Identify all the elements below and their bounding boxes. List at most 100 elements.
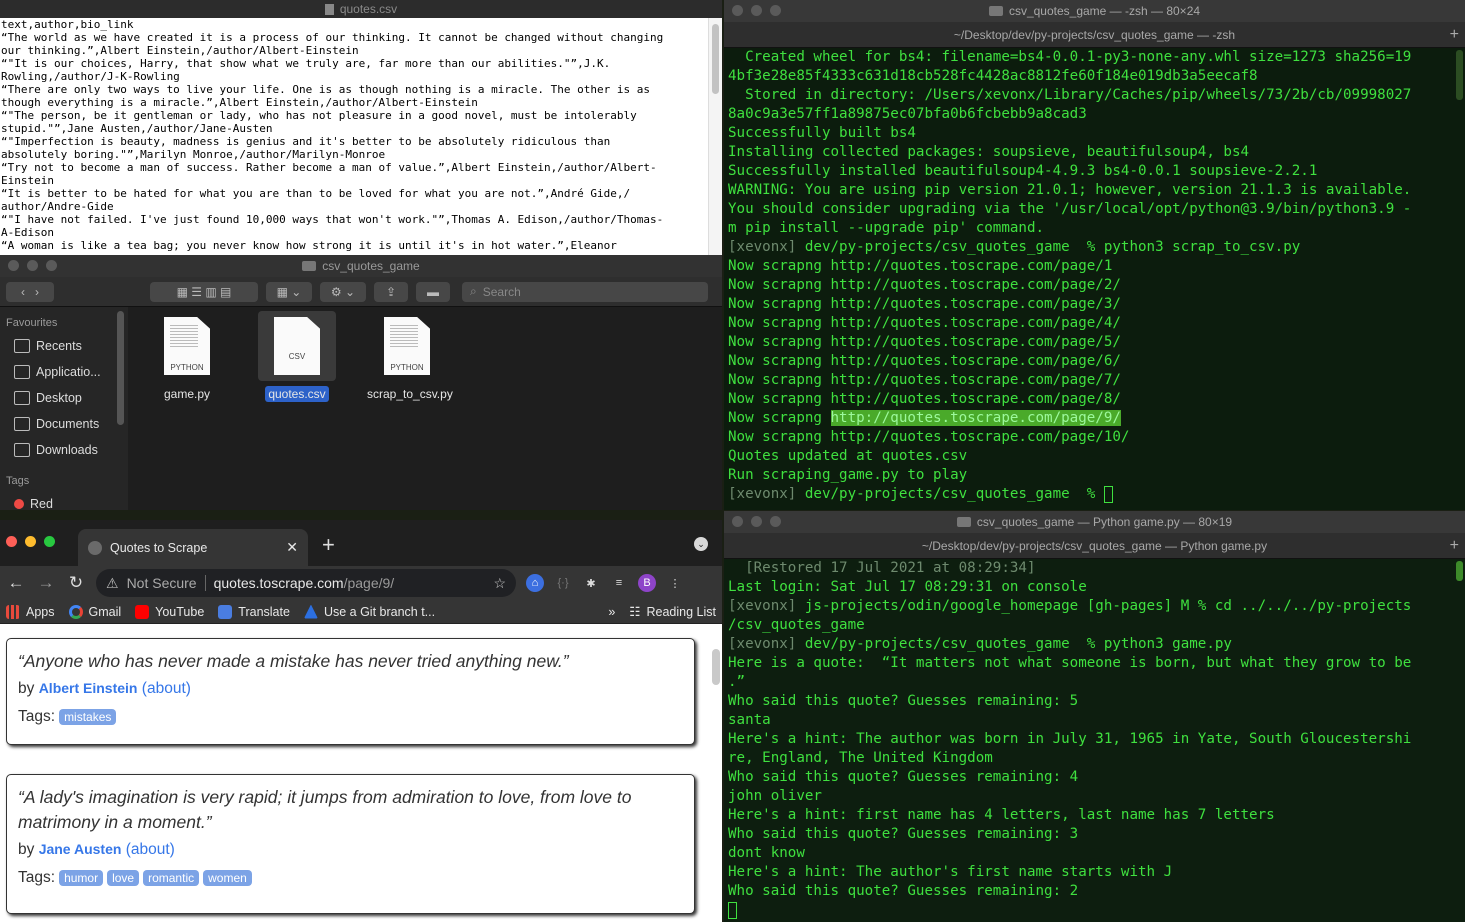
- globe-icon: [88, 540, 102, 555]
- about-link[interactable]: (about): [142, 680, 191, 697]
- tag-link[interactable]: romantic: [143, 870, 200, 886]
- file-name: scrap_to_csv.py: [367, 387, 453, 401]
- tag-red-label: Red: [30, 497, 53, 510]
- red-tag-dot-icon: [14, 499, 24, 509]
- new-tab-icon[interactable]: +: [1450, 537, 1459, 555]
- prompt-command: python3 scrap_to_csv.py: [1103, 239, 1301, 255]
- terminal1-scrollbar[interactable]: [1456, 50, 1463, 100]
- back-forward-buttons[interactable]: ‹ ›: [6, 281, 54, 302]
- finder-toolbar: ‹ › ▦ ☰ ▥ ▤ ▦ ⌄ ⚙ ⌄ ⇪ ▬ ⌕ Search: [0, 277, 722, 307]
- group-button[interactable]: ▦ ⌄: [266, 281, 312, 302]
- view-mode-segmented[interactable]: ▦ ☰ ▥ ▤: [150, 281, 258, 302]
- bookmark-label: YouTube: [155, 604, 205, 619]
- bookmark-youtube[interactable]: YouTube: [135, 604, 205, 619]
- page-scrollbar[interactable]: [712, 649, 720, 685]
- terminal-cursor[interactable]: [728, 901, 737, 919]
- media-queue-icon[interactable]: ≡: [610, 574, 628, 592]
- csv-titlebar: quotes.csv: [0, 0, 722, 18]
- sidebar-item-label: Applicatio...: [36, 365, 101, 379]
- url-path: /page/9/: [343, 575, 395, 591]
- prompt-path: js-projects/odin/google_homepage [gh-pag…: [796, 598, 1412, 614]
- csv-line: “Try not to become a man of success. Rat…: [1, 161, 657, 174]
- address-bar[interactable]: ⚠ Not Secure quotes.toscrape.com/page/9/…: [96, 569, 516, 597]
- new-tab-icon[interactable]: +: [1450, 26, 1459, 44]
- bookmark-label: Apps: [26, 604, 55, 619]
- bookmark-git-branch[interactable]: Use a Git branch t...: [303, 604, 435, 619]
- terminal2-tabbar: ~/Desktop/dev/py-projects/csv_quotes_gam…: [724, 533, 1465, 559]
- puzzle-extensions-icon[interactable]: ✱: [582, 574, 600, 592]
- tags-heading: Tags: [6, 475, 30, 487]
- new-tab-button[interactable]: +: [322, 532, 335, 558]
- csv-scrollbar[interactable]: [708, 18, 722, 255]
- window-controls[interactable]: [732, 516, 781, 527]
- bookmark-translate[interactable]: Translate: [218, 604, 290, 619]
- extension-icon[interactable]: {·}: [554, 574, 572, 592]
- tag-link[interactable]: women: [203, 870, 252, 886]
- terminal-line: m pip install --upgrade pip' command.: [728, 220, 1045, 236]
- reload-icon[interactable]: ↻: [66, 573, 86, 593]
- terminal-cursor[interactable]: [1103, 485, 1113, 503]
- folder-icon: [988, 6, 1003, 16]
- search-field[interactable]: ⌕ Search: [462, 281, 708, 302]
- sidebar-item-downloads[interactable]: Downloads: [0, 437, 128, 463]
- forward-icon[interactable]: →: [36, 573, 56, 593]
- csv-file-icon: CSV: [274, 317, 320, 375]
- back-icon[interactable]: ←: [6, 573, 26, 593]
- prompt-line: [xevonx] dev/py-projects/csv_quotes_game…: [728, 238, 1451, 257]
- file-scrap-to-csv-py[interactable]: PYTHON scrap_to_csv.py: [367, 317, 453, 401]
- terminal1-output[interactable]: Created wheel for bs4: filename=bs4-0.0.…: [728, 48, 1451, 504]
- terminal2-output[interactable]: [Restored 17 Jul 2021 at 08:29:34] Last l…: [728, 559, 1451, 920]
- tag-button[interactable]: ▬: [416, 281, 450, 302]
- terminal-window-game: csv_quotes_game — Python game.py — 80×19…: [724, 511, 1465, 922]
- csv-line: author/Andre-Gide: [1, 200, 114, 213]
- window-controls[interactable]: [732, 5, 781, 16]
- sidebar-item-applicatio[interactable]: Applicatio...: [0, 359, 128, 385]
- tag-link[interactable]: love: [107, 870, 140, 886]
- tag-link[interactable]: mistakes: [59, 709, 117, 725]
- tab-search-icon[interactable]: ⌄: [694, 537, 708, 551]
- scrape-url: http://quotes.toscrape.com/page/5/: [830, 334, 1121, 350]
- prompt-user: [xevonx]: [728, 636, 797, 652]
- window-controls[interactable]: [8, 260, 57, 271]
- bookmarks-overflow-icon[interactable]: »: [608, 605, 615, 619]
- sidebar-item-documents[interactable]: Documents: [0, 411, 128, 437]
- bookmark-apps[interactable]: Apps: [6, 604, 55, 619]
- quote-card: “Anyone who has never made a mistake has…: [6, 638, 695, 745]
- terminal2-title: csv_quotes_game — Python game.py — 80×19: [976, 515, 1233, 529]
- bookmark-star-icon[interactable]: ☆: [493, 575, 506, 592]
- terminal-line: re, England, The United Kingdom: [728, 750, 993, 766]
- sidebar-item-label: Documents: [36, 417, 100, 431]
- file-quotes-csv[interactable]: CSV quotes.csv: [258, 311, 336, 402]
- terminal2-scrollbar[interactable]: [1456, 561, 1463, 581]
- reading-list-button[interactable]: ☷ Reading List: [629, 604, 716, 620]
- atlassian-icon: [303, 604, 318, 619]
- scrape-prefix: Now scrapng: [728, 353, 831, 369]
- search-icon: ⌕: [470, 284, 477, 298]
- file-game-py[interactable]: PYTHON game.py: [147, 317, 227, 401]
- window-controls[interactable]: [6, 536, 55, 547]
- csv-window-title: quotes.csv: [339, 2, 398, 16]
- terminal-line: Installing collected packages: soupsieve…: [728, 144, 1250, 160]
- terminal-line: .”: [728, 674, 746, 690]
- sidebar-item-desktop[interactable]: Desktop: [0, 385, 128, 411]
- tab-quotes-to-scrape[interactable]: Quotes to Scrape ✕: [78, 529, 308, 566]
- sidebar-item-recents[interactable]: Recents: [0, 333, 128, 359]
- bookmark-gmail[interactable]: Gmail: [68, 604, 121, 619]
- sidebar-tag-red[interactable]: Red: [0, 491, 128, 510]
- action-gear-button[interactable]: ⚙ ⌄: [320, 281, 366, 302]
- terminal1-title: csv_quotes_game — -zsh — 80×24: [1008, 4, 1201, 18]
- close-tab-icon[interactable]: ✕: [286, 539, 298, 556]
- csv-line: Einstein: [1, 174, 54, 187]
- profile-avatar[interactable]: B: [638, 574, 656, 592]
- prompt-user: [xevonx]: [728, 598, 797, 614]
- restored-banner: [Restored 17 Jul 2021 at 08:29:34]: [728, 560, 1036, 576]
- sidebar-scrollbar[interactable]: [117, 311, 124, 425]
- csv-content[interactable]: text,author,bio_link “The world as we hav…: [0, 18, 708, 255]
- tag-link[interactable]: humor: [59, 870, 104, 886]
- about-link[interactable]: (about): [126, 841, 175, 858]
- extension-icon[interactable]: ⌂: [526, 574, 544, 592]
- terminal-line: john oliver: [728, 788, 822, 804]
- share-button[interactable]: ⇪: [374, 281, 408, 302]
- scrape-line: Now scrapng http://quotes.toscrape.com/p…: [728, 352, 1451, 371]
- menu-kebab-icon[interactable]: ⋮: [666, 574, 684, 592]
